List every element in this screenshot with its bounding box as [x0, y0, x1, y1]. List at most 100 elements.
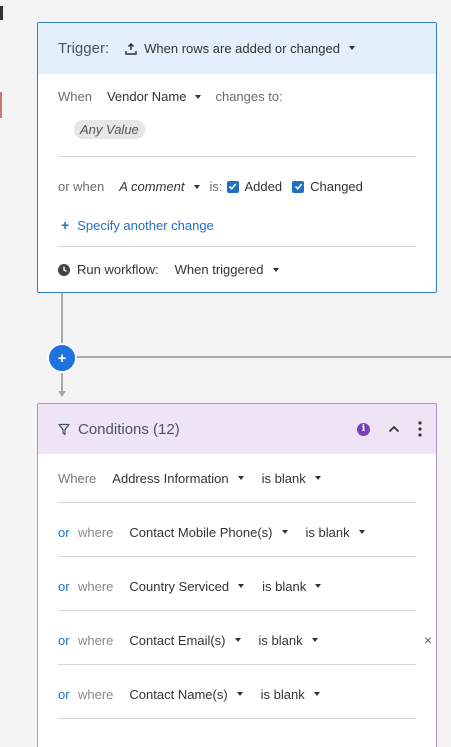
condition-field-dropdown[interactable]: Country Serviced	[129, 578, 245, 594]
specify-change-label: Specify another change	[77, 217, 214, 233]
conditions-card: Conditions (12) i Where Address Informat…	[37, 403, 437, 747]
connector-branch-line	[76, 356, 451, 358]
chevron-down-icon	[272, 267, 279, 272]
added-checkbox[interactable]	[226, 180, 239, 193]
trigger-when-row: When Vendor Name changes to:	[58, 89, 283, 104]
chevron-down-icon	[358, 530, 365, 535]
any-value-pill[interactable]: Any Value	[74, 120, 145, 139]
field-label: Country Serviced	[129, 578, 230, 594]
chevron-down-icon	[195, 94, 202, 99]
close-icon[interactable]: ×	[424, 632, 432, 648]
divider	[58, 246, 416, 247]
condition-row: or where Contact Email(s) is blank ×	[58, 630, 432, 650]
or-label: or	[58, 632, 70, 648]
field-label: Contact Name(s)	[129, 686, 228, 702]
divider	[58, 556, 416, 557]
run-workflow-row: Run workflow: When triggered	[58, 262, 279, 277]
chevron-down-icon	[348, 45, 355, 50]
check-icon	[228, 183, 237, 190]
condition-operator-dropdown[interactable]: is blank	[262, 578, 322, 594]
chevron-down-icon	[315, 584, 322, 589]
filter-icon	[58, 423, 70, 436]
operator-label: is blank	[261, 470, 306, 486]
plus-icon: +	[61, 217, 70, 233]
condition-row: or where Contact Name(s) is blank	[58, 684, 416, 704]
chevron-up-icon[interactable]	[388, 425, 400, 433]
divider	[58, 502, 416, 503]
window-edge-accent	[0, 92, 2, 118]
field-label: Contact Mobile Phone(s)	[129, 524, 273, 540]
condition-row: or where Contact Mobile Phone(s) is blan…	[58, 522, 416, 542]
where-label: where	[78, 632, 114, 648]
chevron-down-icon	[236, 692, 243, 697]
or-label: or	[58, 686, 70, 702]
add-step-button[interactable]: +	[47, 343, 77, 373]
comment-label: A comment	[119, 179, 185, 194]
condition-field-dropdown[interactable]: Contact Mobile Phone(s)	[129, 524, 288, 540]
trigger-title: Trigger:	[58, 40, 110, 57]
comment-dropdown[interactable]: A comment	[119, 179, 200, 194]
trigger-header: Trigger: When rows are added or changed	[38, 23, 436, 74]
changes-to-label: changes to:	[215, 89, 283, 104]
chevron-down-icon	[234, 638, 241, 643]
check-icon	[294, 183, 302, 190]
run-workflow-label: Run workflow:	[77, 262, 159, 277]
chevron-down-icon	[237, 476, 244, 481]
operator-label: is blank	[258, 632, 303, 648]
connector-line	[61, 373, 63, 393]
more-vertical-icon[interactable]	[418, 421, 422, 437]
condition-operator-dropdown[interactable]: is blank	[306, 525, 365, 540]
condition-row: or where Country Serviced is blank	[58, 576, 416, 596]
condition-field-dropdown[interactable]: Contact Email(s)	[129, 632, 241, 648]
chevron-down-icon	[238, 584, 245, 589]
specify-change-link[interactable]: + Specify another change	[61, 217, 214, 233]
chevron-down-icon	[193, 184, 200, 189]
trigger-event-label: When rows are added or changed	[144, 41, 340, 56]
operator-label: is blank	[262, 578, 307, 594]
divider	[58, 610, 416, 611]
changed-label: Changed	[310, 179, 363, 194]
clock-icon	[58, 263, 70, 276]
where-label: where	[78, 686, 114, 702]
conditions-header-actions: i	[357, 404, 422, 454]
where-label: where	[78, 578, 114, 594]
condition-field-dropdown[interactable]: Contact Name(s)	[129, 686, 243, 702]
trigger-event-dropdown[interactable]: When rows are added or changed	[125, 41, 355, 56]
condition-field-dropdown[interactable]: Address Information	[112, 471, 244, 486]
window-edge-mark	[0, 6, 3, 20]
added-label: Added	[244, 179, 283, 194]
value-pill-row: Any Value	[74, 120, 145, 139]
field-label: Vendor Name	[106, 89, 187, 104]
chevron-down-icon	[313, 692, 320, 697]
operator-label: is blank	[260, 686, 305, 702]
when-label: When	[58, 89, 92, 104]
field-label: Contact Email(s)	[129, 632, 226, 648]
conditions-header: Conditions (12) i	[38, 404, 436, 454]
divider	[58, 664, 416, 665]
is-label: is:	[209, 179, 223, 194]
operator-label: is blank	[305, 524, 350, 540]
arrow-down-icon	[58, 391, 66, 397]
run-workflow-dropdown[interactable]: When triggered	[175, 262, 279, 277]
where-label: where	[78, 524, 114, 540]
or-label: or	[58, 578, 70, 594]
condition-operator-dropdown[interactable]: is blank	[261, 687, 320, 702]
vendor-name-dropdown[interactable]: Vendor Name	[107, 89, 202, 104]
divider	[58, 156, 416, 157]
upload-icon	[125, 42, 137, 55]
chevron-down-icon	[281, 530, 288, 535]
chevron-down-icon	[311, 638, 318, 643]
changed-checkbox[interactable]	[292, 180, 305, 193]
info-icon[interactable]: i	[357, 422, 370, 436]
chevron-down-icon	[314, 476, 321, 481]
where-label: Where	[58, 470, 97, 486]
condition-operator-dropdown[interactable]: is blank	[262, 471, 321, 486]
or-label: or	[58, 524, 70, 540]
run-value-label: When triggered	[174, 262, 264, 277]
trigger-or-when-row: or when A comment is: Added Changed	[58, 179, 363, 194]
divider	[58, 718, 416, 719]
condition-operator-dropdown[interactable]: is blank	[259, 633, 318, 648]
plus-icon: +	[57, 349, 67, 367]
connector-line	[61, 293, 63, 343]
or-when-label: or when	[58, 179, 105, 194]
